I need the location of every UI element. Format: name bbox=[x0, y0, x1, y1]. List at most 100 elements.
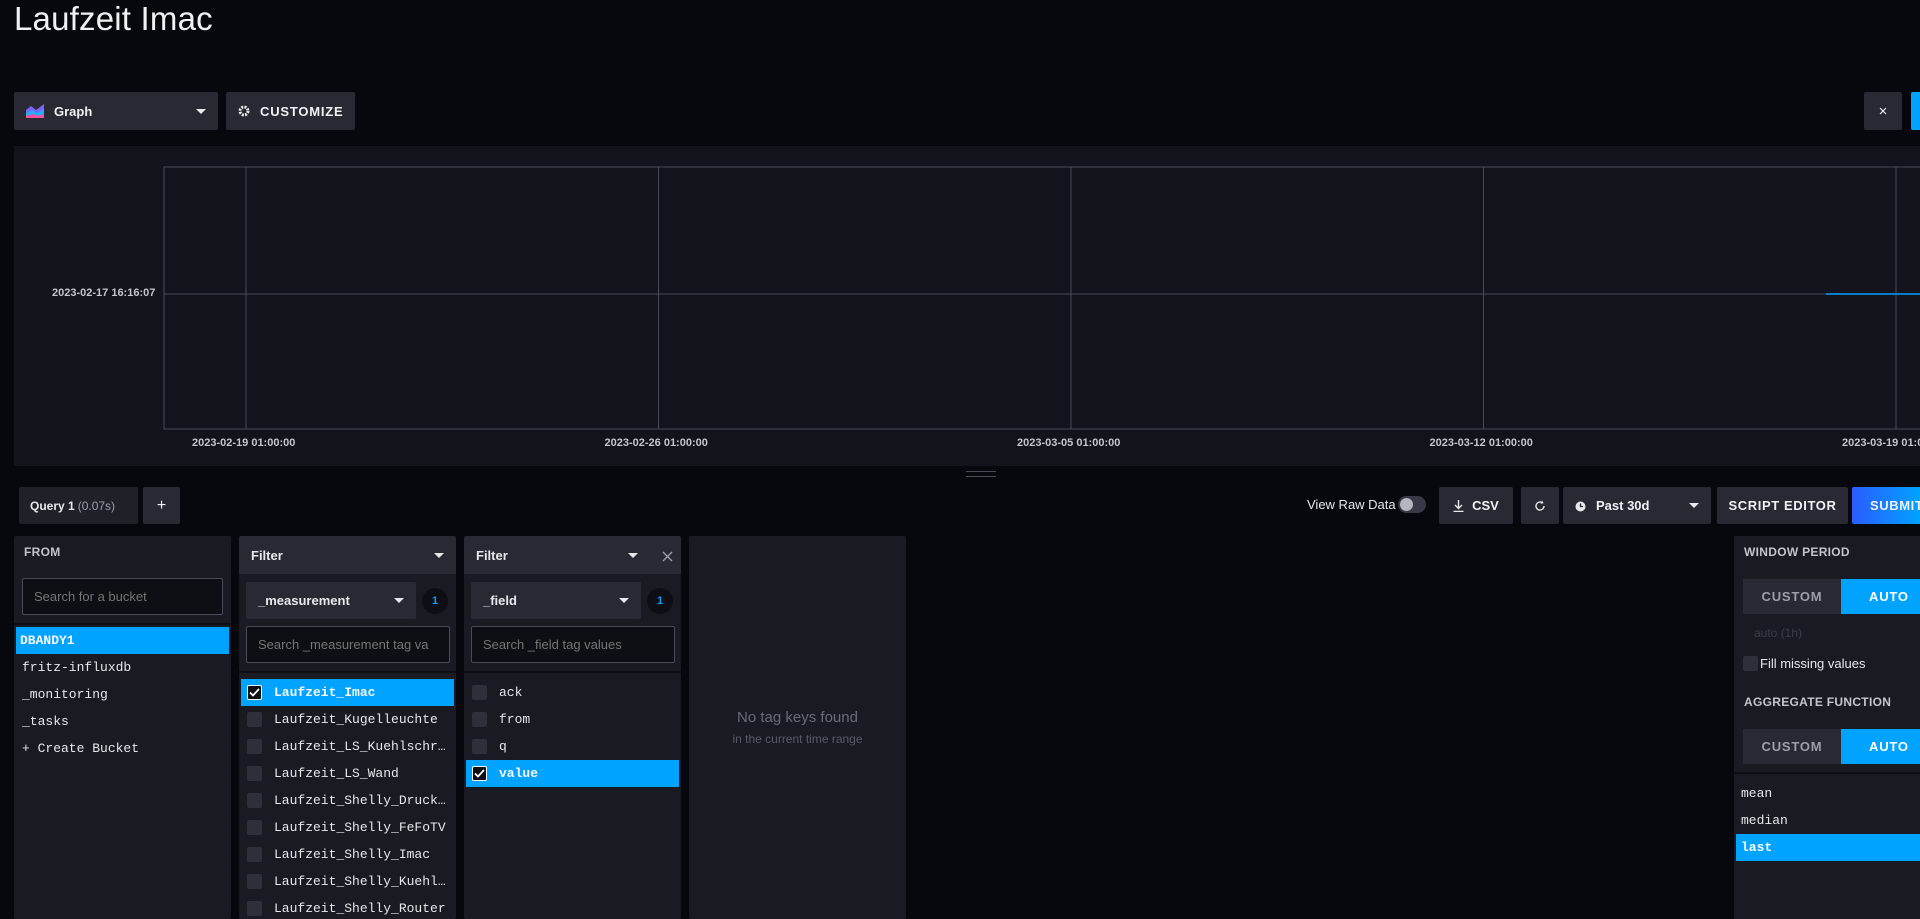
empty-state-title: No tag keys found bbox=[737, 709, 858, 726]
tag-key-label: _field bbox=[483, 593, 517, 608]
close-button[interactable]: × bbox=[1864, 92, 1902, 130]
x-tick-label: 2023-02-26 01:00:00 bbox=[604, 437, 708, 449]
plot-border bbox=[163, 166, 1920, 430]
chevron-down-icon bbox=[196, 108, 206, 114]
tag-value-label: Laufzeit_LS_Wand bbox=[274, 766, 399, 781]
bucket-item-fritz-influxdb[interactable]: fritz-influxdb bbox=[16, 654, 229, 681]
tag-value-item[interactable]: value bbox=[466, 760, 679, 787]
tag-value-item[interactable]: Laufzeit_Imac bbox=[241, 679, 454, 706]
graph-panel: 2023-02-19 01:00:00 2023-02-26 01:00:00 20… bbox=[14, 146, 1920, 466]
filter-function-dropdown[interactable]: Filter bbox=[464, 536, 681, 574]
selected-count-badge: 1 bbox=[422, 587, 448, 614]
bucket-item-monitoring[interactable]: _monitoring bbox=[16, 681, 229, 708]
aggregate-auto-button[interactable]: AUTO bbox=[1841, 729, 1920, 764]
aggregate-custom-button[interactable]: CUSTOM bbox=[1743, 729, 1841, 764]
view-raw-data-label: View Raw Data bbox=[1307, 497, 1396, 512]
customize-label: CUSTOMIZE bbox=[260, 103, 344, 119]
filter-panel-empty: No tag keys found in the current time ra… bbox=[689, 536, 906, 919]
chevron-down-icon bbox=[1689, 503, 1699, 508]
x-tick-label: 2023-03-05 01:00:00 bbox=[1017, 437, 1121, 449]
tag-value-item[interactable]: Laufzeit_Kugelleuchte bbox=[241, 706, 454, 733]
query-tab-label: Query 1 bbox=[30, 498, 75, 513]
submit-button[interactable]: SUBMIT bbox=[1852, 487, 1920, 524]
tag-value-label: Laufzeit_Shelly_Router bbox=[274, 901, 446, 916]
bucket-item-dbandy1[interactable]: DBANDY1 bbox=[16, 627, 229, 654]
bucket-item-tasks[interactable]: _tasks bbox=[16, 708, 229, 735]
aggregate-item-median[interactable]: median bbox=[1736, 807, 1920, 834]
tag-value-item[interactable]: Laufzeit_Shelly_FeFoTV bbox=[241, 814, 454, 841]
checkbox-icon bbox=[472, 739, 487, 754]
tag-key-dropdown[interactable]: _measurement bbox=[246, 582, 416, 619]
filter-panel-measurement: Filter _measurement 1 Laufzeit_Imac Laufz… bbox=[239, 536, 456, 919]
checkbox-icon bbox=[472, 712, 487, 727]
window-auto-button[interactable]: AUTO bbox=[1841, 579, 1920, 614]
chevron-down-icon bbox=[434, 552, 444, 558]
tag-value-item[interactable]: from bbox=[466, 706, 679, 733]
tag-value-item[interactable]: q bbox=[466, 733, 679, 760]
tag-value-label: Laufzeit_Kugelleuchte bbox=[274, 712, 438, 727]
y-tick-label: 2023-02-17 16:16:07 bbox=[52, 287, 156, 299]
tag-value-label: Laufzeit_Shelly_Kuehl… bbox=[274, 874, 446, 889]
tag-value-label: q bbox=[499, 739, 507, 754]
checkbox-icon bbox=[247, 766, 262, 781]
aggregate-item-last[interactable]: last bbox=[1736, 834, 1920, 861]
tag-key-dropdown[interactable]: _field bbox=[471, 582, 641, 619]
tag-value-item[interactable]: Laufzeit_Shelly_Imac bbox=[241, 841, 454, 868]
resize-handle[interactable] bbox=[966, 471, 996, 477]
query-tab[interactable]: Query 1 (0.07s) bbox=[19, 487, 138, 524]
tag-value-label: Laufzeit_Shelly_FeFoTV bbox=[274, 820, 446, 835]
empty-state-subtitle: in the current time range bbox=[732, 732, 863, 746]
aggregate-item-mean[interactable]: mean bbox=[1736, 780, 1920, 807]
time-range-dropdown[interactable]: Past 30d bbox=[1563, 487, 1711, 524]
chevron-down-icon bbox=[628, 552, 638, 558]
filter-function-label: Filter bbox=[251, 547, 283, 563]
view-type-label: Graph bbox=[54, 103, 93, 119]
bucket-search-input[interactable] bbox=[22, 578, 223, 615]
csv-download-button[interactable]: CSV bbox=[1439, 487, 1513, 524]
tag-value-label: Laufzeit_Imac bbox=[274, 685, 376, 700]
tag-value-item[interactable]: Laufzeit_Shelly_Kuehl… bbox=[241, 868, 454, 895]
tag-value-label: ack bbox=[499, 685, 523, 700]
checkbox-icon bbox=[247, 739, 262, 754]
view-raw-data-toggle[interactable] bbox=[1398, 496, 1426, 513]
refresh-icon bbox=[1534, 500, 1546, 512]
checkbox-icon bbox=[247, 793, 262, 808]
download-icon bbox=[1453, 499, 1464, 512]
tag-value-item[interactable]: Laufzeit_Shelly_Router bbox=[241, 895, 454, 919]
refresh-button[interactable] bbox=[1521, 487, 1559, 524]
tag-value-item[interactable]: Laufzeit_Shelly_Druck… bbox=[241, 787, 454, 814]
save-button[interactable] bbox=[1911, 92, 1920, 130]
checkbox-checked-icon bbox=[472, 766, 487, 781]
filter-function-dropdown[interactable]: Filter bbox=[239, 536, 456, 574]
customize-button[interactable]: CUSTOMIZE bbox=[226, 92, 355, 130]
tag-value-label: Laufzeit_Shelly_Imac bbox=[274, 847, 431, 862]
tag-value-item[interactable]: Laufzeit_LS_Wand bbox=[241, 760, 454, 787]
tag-value-item[interactable]: Laufzeit_LS_Kuehlschr… bbox=[241, 733, 454, 760]
tag-value-search-input[interactable] bbox=[471, 626, 675, 663]
add-query-button[interactable]: + bbox=[143, 487, 180, 524]
checkbox-checked-icon bbox=[247, 685, 262, 700]
csv-label: CSV bbox=[1472, 498, 1499, 513]
tag-value-label: value bbox=[499, 766, 539, 781]
checkbox-icon bbox=[247, 847, 262, 862]
graph-icon bbox=[26, 104, 44, 118]
checkbox-icon bbox=[1743, 655, 1758, 671]
x-tick-label: 2023-02-19 01:00:00 bbox=[192, 437, 296, 449]
from-panel: FROM DBANDY1 fritz-influxdb _monitoring … bbox=[14, 536, 231, 919]
fill-missing-checkbox[interactable]: Fill missing values bbox=[1734, 649, 1920, 677]
close-icon[interactable] bbox=[662, 550, 673, 561]
window-period-input[interactable]: auto (1h) bbox=[1734, 618, 1920, 648]
window-period-header: WINDOW PERIOD bbox=[1744, 545, 1850, 559]
window-custom-button[interactable]: CUSTOM bbox=[1743, 579, 1841, 614]
view-type-dropdown[interactable]: Graph bbox=[14, 92, 218, 130]
script-editor-button[interactable]: SCRIPT EDITOR bbox=[1717, 487, 1848, 524]
create-bucket-button[interactable]: + Create Bucket bbox=[16, 735, 229, 762]
chevron-down-icon bbox=[619, 598, 629, 603]
selected-count-badge: 1 bbox=[647, 587, 673, 614]
toggle-knob bbox=[1400, 498, 1413, 511]
tag-value-search-input[interactable] bbox=[246, 626, 450, 663]
checkbox-icon bbox=[247, 820, 262, 835]
checkbox-icon bbox=[247, 712, 262, 727]
tag-value-item[interactable]: ack bbox=[466, 679, 679, 706]
checkbox-icon bbox=[247, 874, 262, 889]
